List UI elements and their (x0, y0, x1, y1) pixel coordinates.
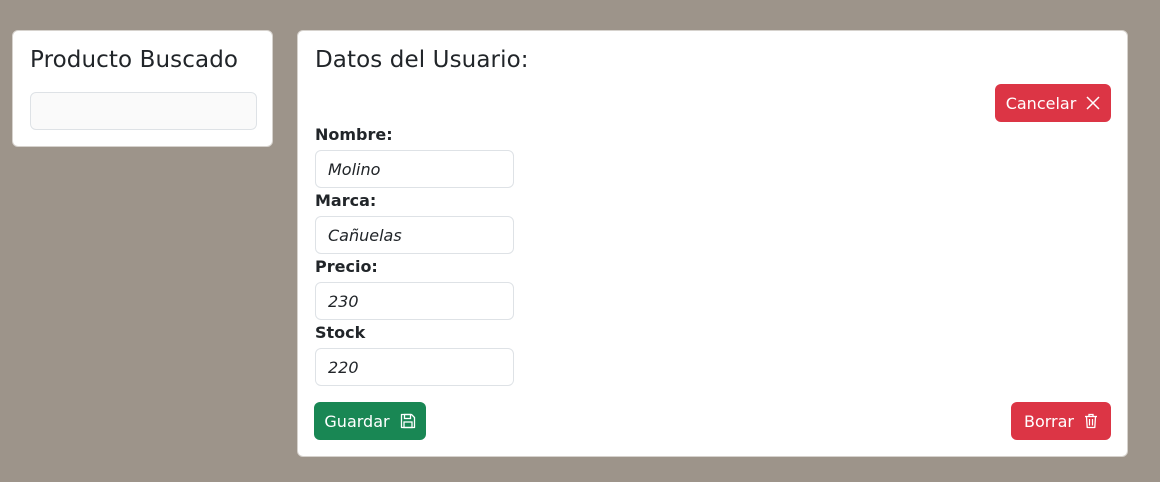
save-icon (400, 413, 416, 429)
user-card-title: Datos del Usuario: (315, 47, 529, 73)
nombre-field[interactable] (315, 150, 514, 188)
search-card: Producto Buscado (12, 30, 273, 147)
delete-button[interactable]: Borrar (1011, 402, 1111, 440)
precio-label: Precio: (315, 257, 378, 276)
user-data-card: Datos del Usuario: Cancelar Nombre: Marc… (297, 30, 1128, 457)
precio-field[interactable] (315, 282, 514, 320)
marca-field[interactable] (315, 216, 514, 254)
search-card-title: Producto Buscado (30, 47, 239, 73)
save-button[interactable]: Guardar (314, 402, 426, 440)
cancel-button[interactable]: Cancelar (995, 84, 1111, 122)
cancel-button-label: Cancelar (1005, 93, 1077, 113)
close-icon (1086, 96, 1100, 110)
stock-field[interactable] (315, 348, 514, 386)
trash-icon (1084, 413, 1098, 429)
stock-label: Stock (315, 323, 366, 342)
search-input[interactable] (30, 92, 257, 130)
delete-button-label: Borrar (1023, 411, 1075, 431)
marca-label: Marca: (315, 191, 377, 210)
save-button-label: Guardar (324, 411, 390, 431)
nombre-label: Nombre: (315, 125, 393, 144)
